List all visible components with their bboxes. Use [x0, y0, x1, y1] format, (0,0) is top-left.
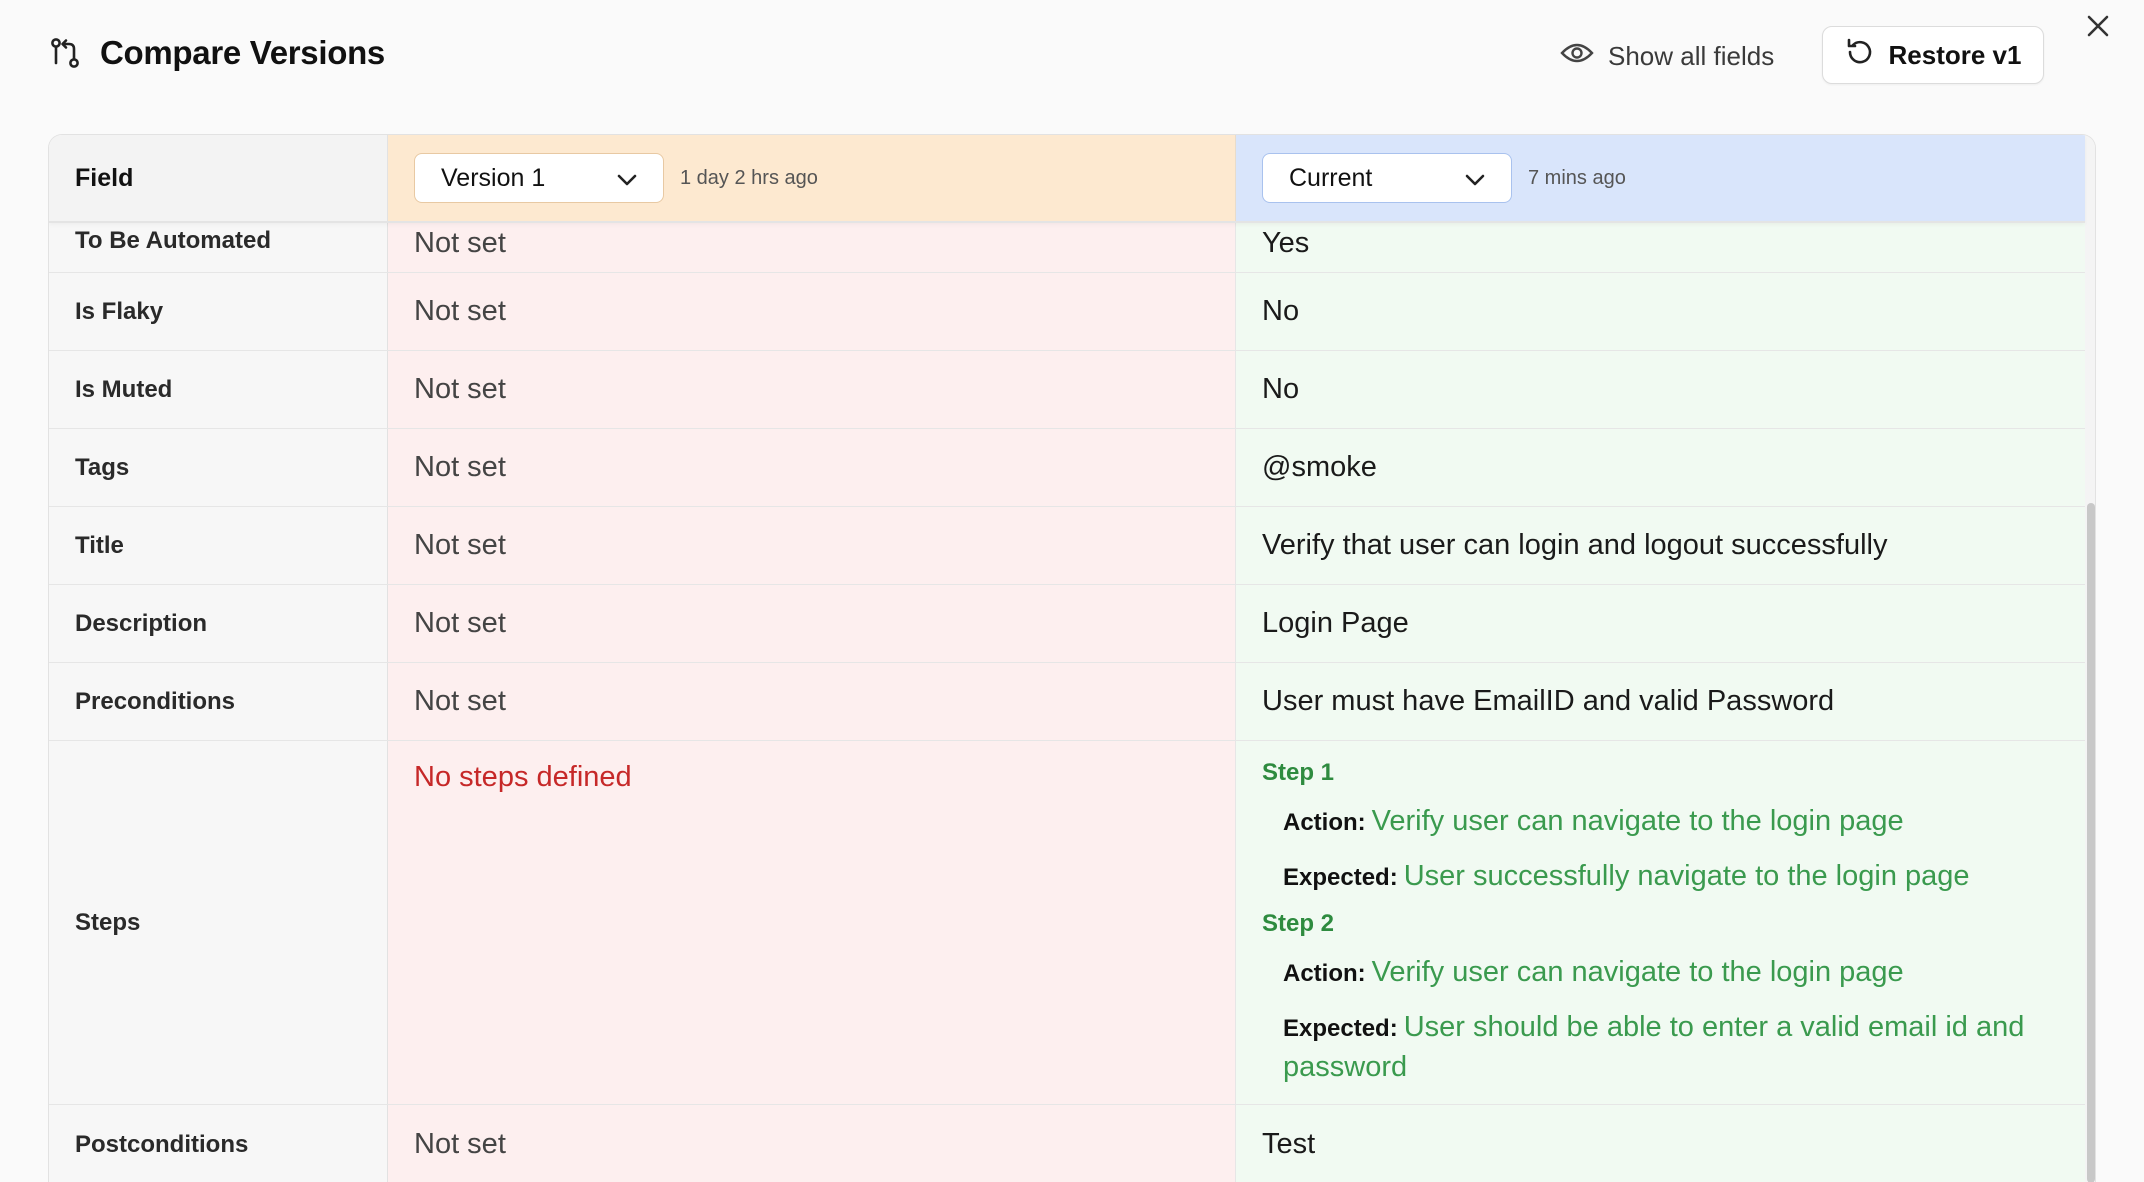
new-steps-value: Step 1 Action: Verify user can navigate t… [1236, 741, 2085, 1104]
action-key: Action: [1283, 809, 1366, 836]
step-expected: Expected: User should be able to enter a … [1262, 1007, 2085, 1088]
left-version-header: Version 1 1 day 2 hrs ago [388, 135, 1236, 221]
new-value: User must have EmailID and valid Passwor… [1236, 663, 2085, 740]
step-item: Step 1 Action: Verify user can navigate t… [1262, 759, 2085, 896]
show-all-fields-toggle[interactable]: Show all fields [1560, 36, 1774, 76]
field-name: Postconditions [49, 1105, 388, 1182]
step-title: Step 2 [1262, 910, 1335, 938]
table-row: Is Muted Not set No [49, 351, 2085, 429]
dialog-header: Compare Versions Show all fields Restore… [0, 0, 2144, 120]
table-row: Description Not set Login Page [49, 585, 2085, 663]
new-value: @smoke [1236, 429, 2085, 506]
action-key: Action: [1283, 960, 1366, 988]
steps-row: Steps No steps defined Step 1 Action: Ver… [49, 741, 2085, 1105]
dialog-title: Compare Versions [100, 34, 385, 71]
eye-icon [1560, 41, 1594, 72]
new-value: Verify that user can login and logout su… [1236, 507, 2085, 584]
left-version-timestamp: 1 day 2 hrs ago [680, 166, 818, 189]
field-name: Tags [49, 429, 388, 506]
right-version-timestamp: 7 mins ago [1528, 166, 1626, 189]
expected-key: Expected: [1283, 1014, 1398, 1042]
old-value: Not set [388, 1105, 1236, 1182]
new-value: No [1236, 273, 2085, 350]
table-header: Field Version 1 1 day 2 hrs ago Current … [49, 135, 2085, 223]
table-row: To Be Automated Not set Yes [49, 223, 2085, 273]
right-version-header: Current 7 mins ago [1236, 135, 2085, 221]
step-action-text: Verify user can navigate to the login pa… [1371, 956, 1904, 989]
new-value: Test [1236, 1105, 2085, 1182]
title-group: Compare Versions [48, 34, 385, 72]
chevron-down-icon [617, 164, 637, 193]
old-steps-value: No steps defined [388, 741, 1236, 1104]
step-expected: Expected: User successfully navigate to t… [1262, 856, 2085, 897]
table-row: Is Flaky Not set No [49, 273, 2085, 351]
field-name: Steps [49, 741, 388, 1104]
table-body: To Be Automated Not set Yes Is Flaky Not… [49, 223, 2085, 1182]
new-value: Login Page [1236, 585, 2085, 662]
field-column-header: Field [49, 135, 388, 221]
old-value: Not set [388, 663, 1236, 740]
table-row: Postconditions Not set Test [49, 1105, 2085, 1182]
step-action: Action: Verify user can navigate to the l… [1262, 952, 2085, 993]
comparison-table: Field Version 1 1 day 2 hrs ago Current … [48, 134, 2096, 1182]
chevron-down-icon [1465, 164, 1485, 193]
restore-label: Restore v1 [1888, 39, 2022, 70]
right-version-value: Current [1289, 163, 1373, 192]
old-value: Not set [388, 585, 1236, 662]
left-version-select[interactable]: Version 1 [414, 153, 664, 203]
table-row: Title Not set Verify that user can login… [49, 507, 2085, 585]
restore-button[interactable]: Restore v1 [1822, 26, 2044, 84]
show-all-fields-label: Show all fields [1608, 40, 1775, 71]
left-version-value: Version 1 [441, 163, 546, 192]
field-name: To Be Automated [49, 223, 388, 272]
right-version-select[interactable]: Current [1262, 153, 1512, 203]
step-action: Action: Verify user can navigate to the l… [1262, 801, 2085, 842]
expected-key: Expected: [1283, 863, 1398, 891]
table-row: Preconditions Not set User must have Ema… [49, 663, 2085, 741]
old-value: Not set [388, 223, 1236, 272]
step-title: Step 1 [1262, 759, 1335, 786]
close-icon [2086, 14, 2110, 43]
old-value: Not set [388, 507, 1236, 584]
old-value: Not set [388, 429, 1236, 506]
old-value: Not set [388, 273, 1236, 350]
new-value: Yes [1236, 223, 2085, 272]
old-value: Not set [388, 351, 1236, 428]
field-name: Description [49, 585, 388, 662]
field-name: Title [49, 507, 388, 584]
field-name: Is Flaky [49, 273, 388, 350]
scrollbar-thumb[interactable] [2087, 503, 2095, 1182]
step-action-text: Verify user can navigate to the login pa… [1371, 805, 1904, 837]
table-row: Tags Not set @smoke [49, 429, 2085, 507]
step-expected-text: User successfully navigate to the login … [1403, 859, 1970, 892]
no-steps-message: No steps defined [414, 761, 632, 793]
field-name: Is Muted [49, 351, 388, 428]
step-item: Step 2 Action: Verify user can navigate t… [1262, 910, 2085, 1088]
close-button[interactable] [2080, 10, 2116, 46]
field-name: Preconditions [49, 663, 388, 740]
vertical-scrollbar[interactable] [2085, 135, 2095, 1182]
new-value: No [1236, 351, 2085, 428]
git-compare-icon [48, 36, 82, 70]
rotate-ccw-icon [1845, 37, 1875, 74]
